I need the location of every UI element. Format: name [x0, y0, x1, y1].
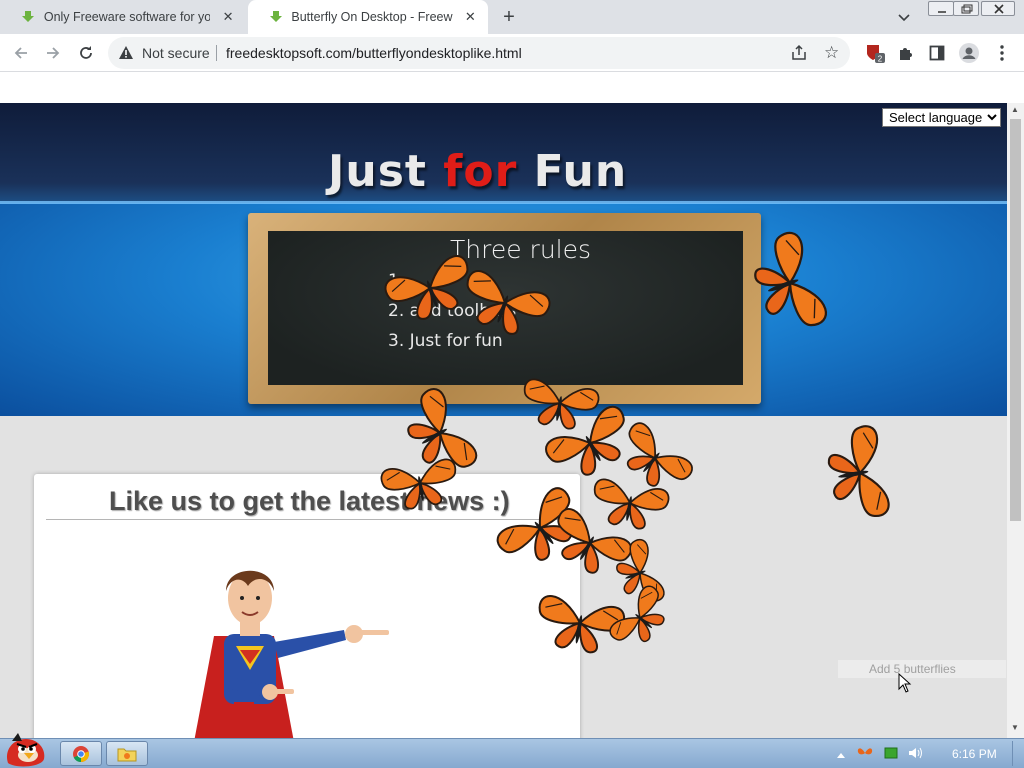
language-select[interactable]: Select language: [882, 108, 1001, 127]
like-box: Like us to get the latest news :): [34, 474, 580, 738]
headline-word-fun: Fun: [533, 146, 628, 197]
chalkboard-rule: 1.: [388, 271, 405, 291]
page-scrollbar[interactable]: ▲ ▼: [1007, 103, 1024, 738]
mouse-cursor-icon: [898, 673, 912, 693]
security-label[interactable]: Not secure: [142, 45, 210, 61]
headline: Just for Fun: [328, 146, 627, 197]
share-icon[interactable]: [790, 44, 808, 65]
side-panel-icon[interactable]: [926, 42, 948, 64]
headline-word-just: Just: [328, 146, 427, 197]
kebab-menu-icon[interactable]: [991, 42, 1013, 64]
tab-butterfly[interactable]: Butterfly On Desktop - Freeware ✕: [248, 0, 488, 34]
close-icon[interactable]: ✕: [220, 9, 236, 25]
add-butterflies-button[interactable]: Add 5 butterflies: [838, 660, 1006, 678]
superhero-illustration: [194, 570, 389, 738]
tab-freeware[interactable]: Only Freeware software for your ✕: [0, 0, 246, 34]
tray-expand-icon[interactable]: [836, 747, 846, 762]
system-tray: [836, 745, 924, 763]
warning-icon[interactable]: [118, 45, 134, 64]
profile-avatar-icon[interactable]: [958, 42, 980, 64]
chalkboard-rule: 2. and toolbars: [388, 301, 517, 321]
page-top-strip: [0, 73, 1007, 103]
chalkboard: Three rules 1. 2. and toolbars 3. Just f…: [268, 231, 743, 385]
divider: [216, 45, 217, 61]
scroll-down-arrow-icon[interactable]: ▼: [1011, 723, 1019, 732]
scroll-up-arrow-icon[interactable]: ▲: [1011, 105, 1019, 114]
taskbar-butterfly-app-button[interactable]: [106, 741, 148, 766]
folder-icon: [117, 748, 137, 761]
extension-badge-count: 2: [878, 55, 883, 64]
bookmark-star-icon[interactable]: ☆: [824, 43, 839, 63]
forward-arrow-icon[interactable]: [42, 42, 64, 64]
url-text[interactable]: freedesktopsoft.com/butterflyondesktopli…: [226, 45, 522, 61]
tab-title: Only Freeware software for your: [43, 10, 211, 24]
chalkboard-rule: 3. Just for fun: [388, 331, 503, 351]
back-arrow-icon[interactable]: [10, 42, 32, 64]
taskbar: 6:16 PM: [0, 733, 1024, 768]
new-tab-button[interactable]: +: [498, 7, 520, 29]
like-box-title: Like us to get the latest news :): [109, 486, 510, 516]
extension-shield-icon[interactable]: 2: [864, 42, 886, 64]
window-close-button[interactable]: [981, 1, 1015, 16]
start-button-bird-icon[interactable]: [2, 733, 50, 768]
restore-button[interactable]: [953, 1, 979, 16]
chevron-down-icon[interactable]: [896, 9, 912, 25]
browser-toolbar: Not secure freedesktopsoft.com/butterfly…: [0, 34, 1024, 72]
page-viewport: Select language Just for Fun Three rules…: [0, 73, 1007, 738]
tab-title: Butterfly On Desktop - Freeware: [291, 10, 453, 24]
download-arrow-icon: [268, 9, 283, 25]
headline-word-for: for: [443, 146, 518, 197]
divider: [46, 519, 568, 520]
taskbar-chrome-button[interactable]: [60, 741, 102, 766]
chrome-icon: [73, 745, 90, 762]
show-desktop-button[interactable]: [1012, 741, 1022, 766]
minimize-button[interactable]: [928, 1, 954, 16]
taskbar-clock[interactable]: 6:16 PM: [952, 747, 997, 761]
puzzle-icon[interactable]: [895, 42, 917, 64]
tab-strip: Only Freeware software for your ✕ Butter…: [0, 0, 1024, 34]
scrollbar-thumb[interactable]: [1010, 119, 1021, 521]
address-bar[interactable]: Not secure freedesktopsoft.com/butterfly…: [108, 37, 850, 69]
chalkboard-title: Three rules: [450, 235, 592, 264]
download-arrow-icon: [20, 9, 36, 25]
reload-icon[interactable]: [75, 42, 97, 64]
butterfly-tray-icon[interactable]: [856, 746, 874, 763]
network-icon[interactable]: [884, 746, 898, 763]
banner-divider: [0, 201, 1007, 204]
close-icon[interactable]: ✕: [463, 9, 478, 25]
volume-icon[interactable]: [908, 746, 924, 763]
